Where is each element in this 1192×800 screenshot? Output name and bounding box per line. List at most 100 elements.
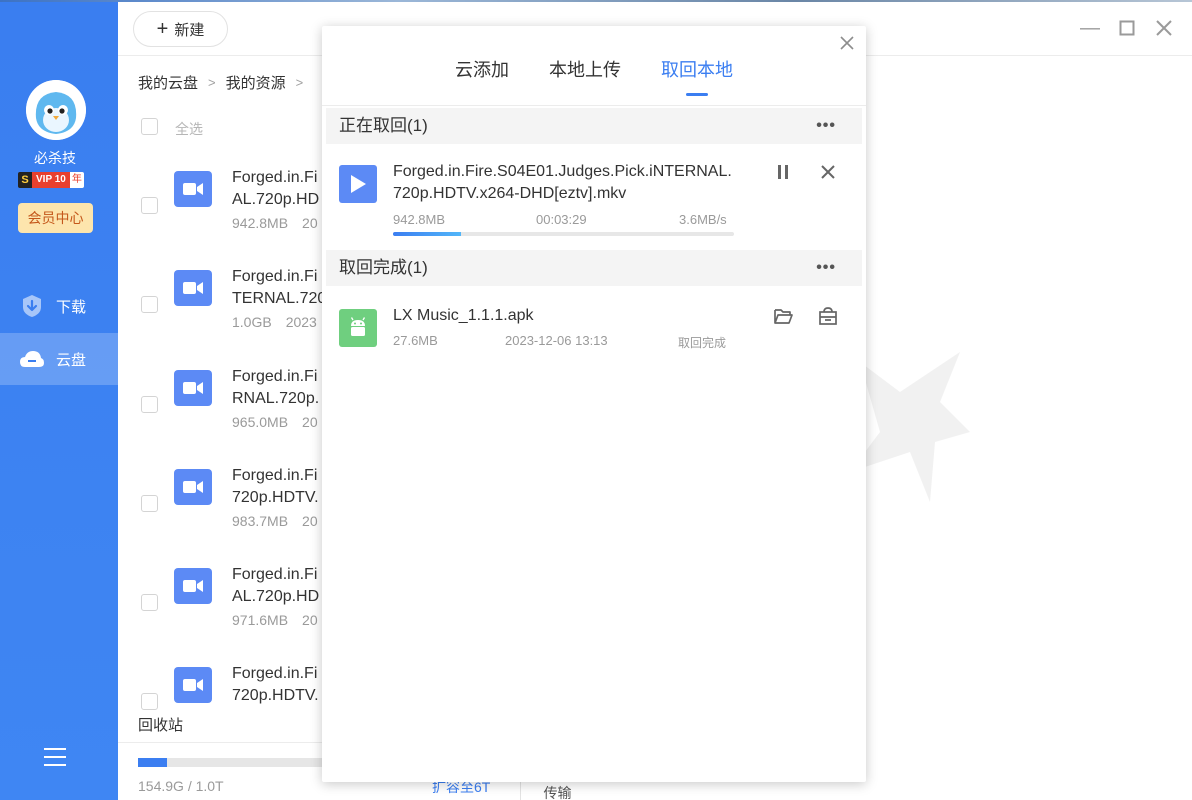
file-row[interactable]: Forged.in.Fi 720p.HDTV. bbox=[118, 653, 328, 751]
avatar[interactable] bbox=[26, 80, 86, 140]
tab-cloud-add[interactable]: 云添加 bbox=[455, 56, 509, 96]
sidebar: 必杀技 S VIP 10 年 会员中心 下载 云盘 bbox=[0, 2, 118, 800]
close-panel-icon[interactable] bbox=[838, 35, 856, 53]
download-shield-icon bbox=[18, 292, 46, 320]
file-checkbox[interactable] bbox=[141, 296, 158, 313]
file-checkbox[interactable] bbox=[141, 396, 158, 413]
tab-local-upload[interactable]: 本地上传 bbox=[549, 56, 621, 96]
file-size: 971.6MB bbox=[232, 612, 289, 628]
close-window-icon[interactable] bbox=[1152, 16, 1176, 40]
file-size: 965.0MB bbox=[232, 414, 289, 430]
sidebar-item-download[interactable]: 下载 bbox=[0, 280, 118, 332]
file-name[interactable]: Forged.in.Fi AL.720p.HD bbox=[232, 167, 332, 211]
task-file-name: Forged.in.Fire.S04E01.Judges.Pick.iNTERN… bbox=[393, 163, 732, 202]
video-file-icon bbox=[174, 370, 212, 406]
breadcrumb-item[interactable]: 我的资源 bbox=[226, 72, 286, 93]
recycle-bin-link[interactable]: 回收站 bbox=[138, 714, 183, 735]
storage-text: 154.9G / 1.0T bbox=[138, 778, 224, 794]
install-apk-icon[interactable] bbox=[817, 305, 839, 327]
file-name[interactable]: Forged.in.Fi 720p.HDTV. bbox=[232, 465, 332, 509]
file-meta: 971.6MB 20 bbox=[232, 612, 318, 628]
panel-tabs: 云添加 本地上传 取回本地 bbox=[322, 56, 866, 96]
file-name-line: Forged.in.Fi bbox=[232, 268, 318, 285]
file-name-line: 720p.HDTV. bbox=[232, 489, 319, 506]
file-name-line: Forged.in.Fi bbox=[232, 467, 318, 484]
maximize-icon[interactable] bbox=[1115, 16, 1139, 40]
file-name-line: Forged.in.Fi bbox=[232, 566, 318, 583]
more-icon[interactable]: ••• bbox=[816, 108, 836, 144]
select-all-label: 全选 bbox=[175, 121, 203, 137]
task-speed: 3.6MB/s bbox=[679, 212, 727, 227]
sidebar-item-label: 下载 bbox=[56, 298, 87, 316]
task-progress-bar bbox=[393, 232, 734, 236]
file-checkbox[interactable] bbox=[141, 495, 158, 512]
member-center-button[interactable]: 会员中心 bbox=[18, 203, 93, 233]
pause-icon[interactable] bbox=[772, 161, 794, 183]
file-row[interactable]: Forged.in.Fi TERNAL.720 1.0GB 2023 bbox=[118, 256, 328, 354]
cancel-task-icon[interactable] bbox=[817, 161, 839, 183]
vip-badge: S VIP 10 年 bbox=[18, 172, 84, 188]
file-checkbox[interactable] bbox=[141, 594, 158, 611]
file-row[interactable]: Forged.in.Fi RNAL.720p. 965.0MB 20 bbox=[118, 356, 328, 454]
new-button-label: 新建 bbox=[174, 21, 205, 39]
completed-time: 2023-12-06 13:13 bbox=[505, 333, 608, 348]
file-name[interactable]: Forged.in.Fi 720p.HDTV. bbox=[232, 663, 332, 707]
file-date: 20 bbox=[302, 215, 318, 231]
completed-title: 取回完成(1) bbox=[339, 258, 428, 277]
vip-s-icon: S bbox=[18, 172, 32, 188]
in-progress-header: 正在取回(1) ••• bbox=[326, 108, 862, 144]
file-checkbox[interactable] bbox=[141, 197, 158, 214]
sidebar-item-cloud[interactable]: 云盘 bbox=[0, 333, 118, 385]
file-meta bbox=[232, 711, 246, 727]
app-window: 必杀技 S VIP 10 年 会员中心 下载 云盘 + 新建 — 我的云盘 > … bbox=[0, 2, 1192, 800]
minimize-icon[interactable]: — bbox=[1078, 16, 1102, 40]
file-meta: 965.0MB 20 bbox=[232, 414, 318, 430]
file-date: 20 bbox=[302, 513, 318, 529]
completed-size: 27.6MB bbox=[393, 333, 438, 348]
completed-file-name: LX Music_1.1.1.apk bbox=[393, 307, 534, 324]
vip-year: 年 bbox=[69, 172, 84, 188]
video-file-icon bbox=[174, 469, 212, 505]
file-name[interactable]: Forged.in.Fi AL.720p.HD bbox=[232, 564, 332, 608]
video-file-icon bbox=[174, 667, 212, 703]
video-file-icon bbox=[174, 270, 212, 306]
vip-level: VIP 10 bbox=[32, 172, 70, 188]
open-folder-icon[interactable] bbox=[772, 305, 794, 327]
breadcrumb-item[interactable]: 我的云盘 bbox=[138, 72, 198, 93]
file-size: 983.7MB bbox=[232, 513, 289, 529]
chevron-right-icon: > bbox=[295, 75, 304, 90]
transfer-panel: 云添加 本地上传 取回本地 正在取回(1) ••• Forged.in.Fire… bbox=[322, 26, 866, 782]
video-file-icon bbox=[174, 568, 212, 604]
new-button[interactable]: + 新建 bbox=[133, 11, 228, 47]
file-name-line: Forged.in.Fi bbox=[232, 169, 318, 186]
file-row[interactable]: Forged.in.Fi 720p.HDTV. 983.7MB 20 bbox=[118, 455, 328, 553]
completed-status: 取回完成 bbox=[678, 336, 727, 350]
file-row[interactable]: Forged.in.Fi AL.720p.HD 942.8MB 20 bbox=[118, 157, 328, 255]
task-progress-fill bbox=[393, 232, 462, 236]
file-meta: 983.7MB 20 bbox=[232, 513, 318, 529]
file-name[interactable]: Forged.in.Fi RNAL.720p. bbox=[232, 366, 332, 410]
storage-fill bbox=[138, 758, 167, 767]
tab-retrieve-local[interactable]: 取回本地 bbox=[661, 56, 733, 96]
video-file-icon bbox=[174, 171, 212, 207]
plus-icon: + bbox=[156, 18, 169, 40]
file-meta: 942.8MB 20 bbox=[232, 215, 318, 231]
file-date: 20 bbox=[302, 414, 318, 430]
bird-avatar-icon bbox=[26, 80, 86, 140]
sidebar-item-label: 云盘 bbox=[56, 351, 87, 369]
file-row[interactable]: Forged.in.Fi AL.720p.HD 971.6MB 20 bbox=[118, 554, 328, 652]
cloud-icon bbox=[18, 345, 46, 373]
file-name-line: AL.720p.HD bbox=[232, 588, 320, 605]
file-checkbox[interactable] bbox=[141, 693, 158, 710]
file-name[interactable]: Forged.in.Fi TERNAL.720 bbox=[232, 266, 332, 310]
more-icon[interactable]: ••• bbox=[816, 250, 836, 286]
select-all-checkbox[interactable] bbox=[141, 118, 158, 135]
file-name-line: Forged.in.Fi bbox=[232, 665, 318, 682]
android-apk-icon bbox=[339, 309, 377, 347]
menu-icon[interactable] bbox=[44, 748, 66, 766]
in-progress-title: 正在取回(1) bbox=[339, 116, 428, 135]
file-name-line: AL.720p.HD bbox=[232, 191, 320, 208]
video-file-icon bbox=[339, 165, 377, 203]
file-name-line: 720p.HDTV. bbox=[232, 687, 319, 704]
breadcrumb: 我的云盘 > 我的资源 > bbox=[138, 72, 303, 93]
